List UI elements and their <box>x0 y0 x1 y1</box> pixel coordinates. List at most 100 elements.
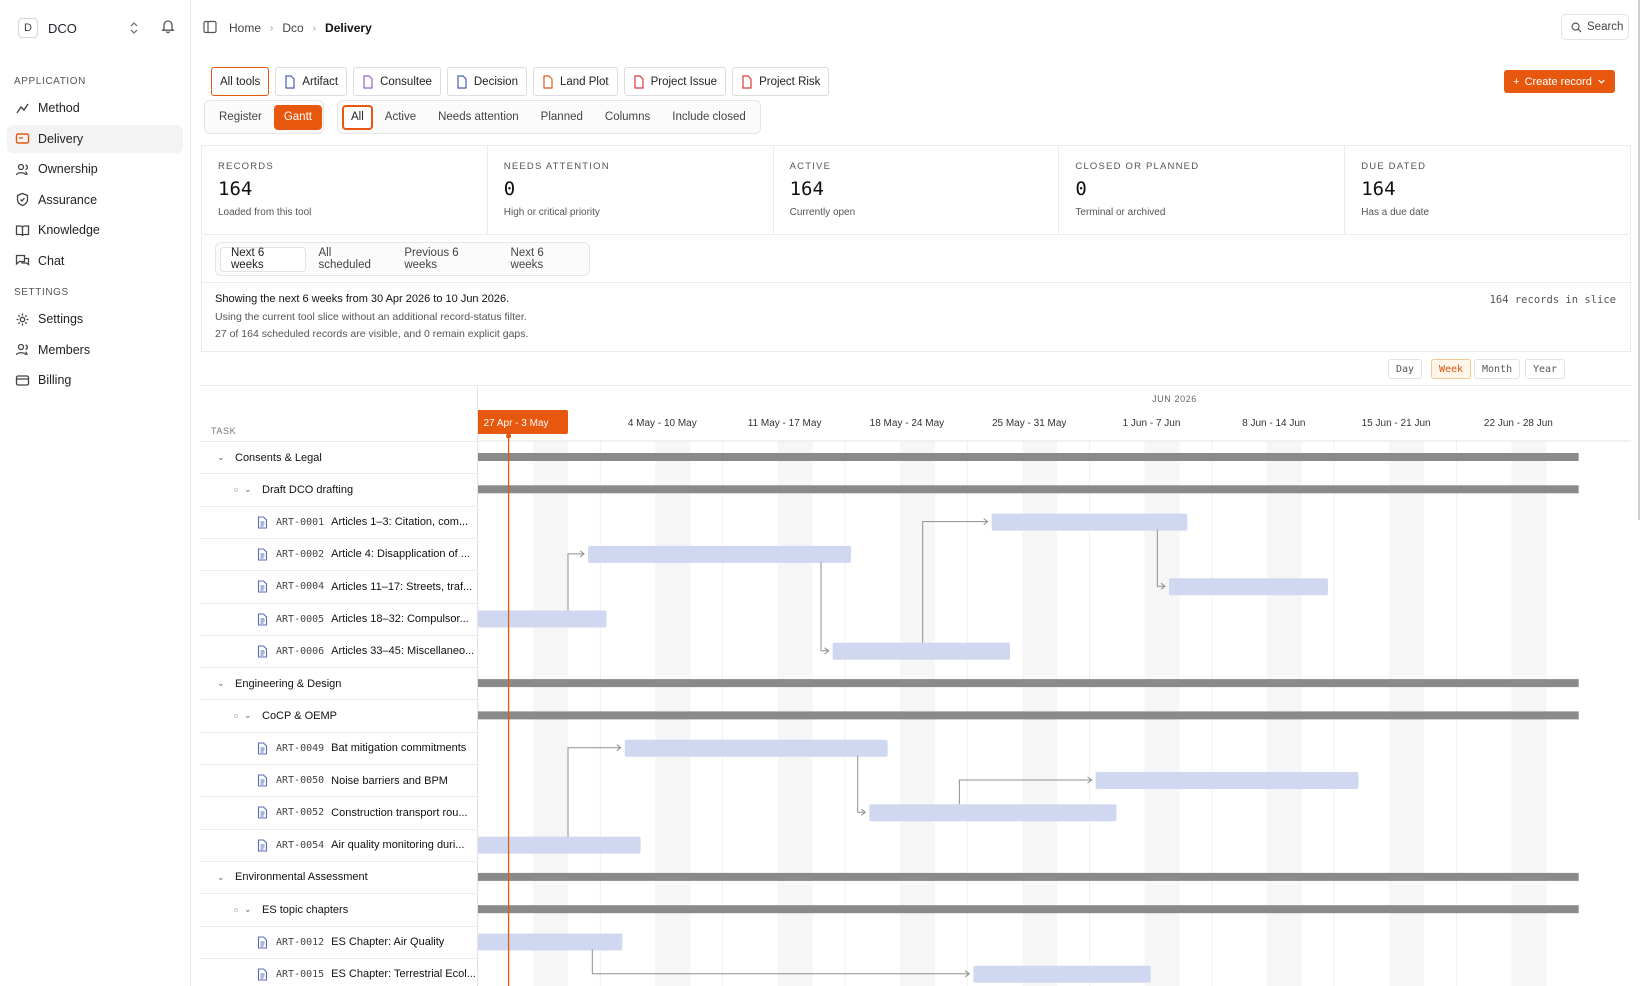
task-row[interactable]: ART-0012 ES Chapter: Air Quality <box>201 925 478 958</box>
chevron-down-icon[interactable]: ⌄ <box>244 710 254 721</box>
stat-card-records: RECORDS 164 Loaded from this tool <box>202 146 488 234</box>
document-icon <box>257 645 268 658</box>
task-bar[interactable] <box>973 965 1151 983</box>
task-bar[interactable] <box>624 739 888 757</box>
task-bar[interactable] <box>832 642 1011 660</box>
workspace-switcher[interactable]: D DCO <box>18 17 178 39</box>
task-row[interactable]: ART-0005 Articles 18–32: Compulsor... <box>201 602 478 635</box>
breadcrumb-dco[interactable]: Dco <box>282 21 303 35</box>
task-bar[interactable] <box>478 933 623 951</box>
range-next-6-weeks[interactable]: Next 6 weeks <box>501 247 585 272</box>
sidebar-item-assurance[interactable]: Assurance <box>7 186 183 214</box>
sidebar-item-members[interactable]: Members <box>7 336 183 364</box>
week-label: 15 Jun - 21 Jun <box>1362 418 1431 429</box>
chevron-down-icon[interactable]: ⌄ <box>244 904 254 915</box>
zoom-year[interactable]: Year <box>1525 359 1566 379</box>
task-row[interactable]: ART-0050 Noise barriers and BPM <box>201 764 478 796</box>
sidebar-toggle-icon[interactable] <box>203 20 217 34</box>
chevron-down-icon[interactable]: ⌄ <box>217 872 227 883</box>
chat-icon <box>15 254 30 266</box>
top-bar: Home › Dco › Delivery Search <box>191 0 1641 55</box>
stat-label: ACTIVE <box>789 161 832 172</box>
subgroup-row[interactable]: ⌄ ES topic chapters <box>201 893 478 925</box>
task-row[interactable]: ART-0001 Articles 1–3: Citation, com... <box>201 505 478 538</box>
zoom-week[interactable]: Week <box>1431 359 1472 379</box>
filter-needs-attention[interactable]: Needs attention <box>428 105 529 130</box>
filter-active[interactable]: Active <box>375 105 426 130</box>
shield-icon <box>16 192 29 207</box>
group-summary-bar[interactable] <box>478 453 1579 461</box>
breadcrumb-home[interactable]: Home <box>229 21 261 35</box>
task-row[interactable]: ART-0054 Air quality monitoring duri... <box>201 828 478 861</box>
create-record-button[interactable]: + Create record <box>1504 70 1615 93</box>
sidebar-item-billing[interactable]: Billing <box>7 366 183 394</box>
bell-icon[interactable] <box>160 18 176 34</box>
view-register[interactable]: Register <box>209 105 272 130</box>
tool-label: Land Plot <box>559 75 609 88</box>
task-row[interactable]: ART-0049 Bat mitigation commitments <box>201 731 478 764</box>
sidebar-item-chat[interactable]: Chat <box>7 247 183 275</box>
tool-project-issue[interactable]: Project Issue <box>623 67 727 96</box>
tool-artifact[interactable]: Artifact <box>275 67 348 96</box>
task-row[interactable]: ART-0052 Construction transport rou... <box>201 796 478 828</box>
range-all-scheduled[interactable]: All scheduled <box>308 247 392 272</box>
task-title: Article 4: Disapplication of ... <box>331 548 470 561</box>
subgroup-row[interactable]: ⌄ CoCP & OEMP <box>201 699 478 731</box>
subgroup-row[interactable]: ⌄ Draft DCO drafting <box>201 473 478 505</box>
week-label: 22 Jun - 28 Jun <box>1484 418 1553 429</box>
task-row[interactable]: ART-0004 Articles 11–17: Streets, traf... <box>201 570 478 602</box>
columns-button[interactable]: Columns <box>595 105 660 130</box>
sidebar-item-ownership[interactable]: Ownership <box>7 155 183 183</box>
sidebar-item-label: Chat <box>38 253 65 268</box>
sidebar-item-settings[interactable]: Settings <box>7 305 183 333</box>
summary-stats: RECORDS 164 Loaded from this tool NEEDS ATT… <box>201 145 1631 235</box>
task-bar[interactable] <box>1095 772 1359 789</box>
visibility-note: 27 of 164 scheduled records are visible,… <box>215 328 529 340</box>
search-button[interactable]: Search <box>1561 14 1629 40</box>
tool-land-plot[interactable]: Land Plot <box>532 67 618 96</box>
filter-all[interactable]: All <box>342 104 373 130</box>
sidebar-item-delivery[interactable]: Delivery <box>7 124 183 153</box>
range-previous-6-weeks[interactable]: Previous 6 weeks <box>394 247 498 272</box>
stat-subtitle: Has a due date <box>1361 207 1430 218</box>
group-summary-bar[interactable] <box>478 905 1579 914</box>
group-summary-bar[interactable] <box>478 711 1579 720</box>
task-bar[interactable] <box>588 545 852 563</box>
status-filter-group: All Active Needs attention Planned Colum… <box>337 100 761 134</box>
task-title: Articles 33–45: Miscellaneo... <box>331 645 475 658</box>
tool-all-tools[interactable]: All tools <box>211 67 270 96</box>
timeline: JUN 2026 27 Apr - 3 May 4 May - 10 May 11 M… <box>472 386 1631 986</box>
chevron-down-icon[interactable]: ⌄ <box>244 484 254 495</box>
task-bar[interactable] <box>991 513 1188 531</box>
group-summary-bar[interactable] <box>478 679 1579 688</box>
search-label: Search <box>1587 21 1624 33</box>
group-summary-bar[interactable] <box>478 485 1579 494</box>
tool-project-risk[interactable]: Project Risk <box>732 67 830 96</box>
tool-decision[interactable]: Decision <box>446 67 527 96</box>
view-gantt[interactable]: Gantt <box>273 104 322 130</box>
page-scrollbar[interactable] <box>1638 0 1640 520</box>
include-closed-toggle[interactable]: Include closed <box>662 105 756 130</box>
chevron-down-icon[interactable]: ⌄ <box>217 678 227 689</box>
chevron-down-icon[interactable]: ⌄ <box>217 452 227 463</box>
task-bar[interactable] <box>1168 578 1328 596</box>
group-summary-bar[interactable] <box>478 872 1579 881</box>
zoom-day[interactable]: Day <box>1388 359 1423 379</box>
group-row[interactable]: ⌄ Engineering & Design <box>201 667 478 699</box>
task-row[interactable]: ART-0015 ES Chapter: Terrestrial Ecol... <box>201 957 478 986</box>
task-bar[interactable] <box>869 804 1117 822</box>
breadcrumb: Home › Dco › Delivery <box>229 21 372 35</box>
task-row[interactable]: ART-0002 Article 4: Disapplication of ... <box>201 537 478 570</box>
task-bar[interactable] <box>478 836 641 854</box>
filter-planned[interactable]: Planned <box>531 105 593 130</box>
group-row[interactable]: ⌄ Environmental Assessment <box>201 860 478 893</box>
zoom-month[interactable]: Month <box>1474 359 1521 379</box>
sidebar-item-method[interactable]: Method <box>7 94 183 122</box>
task-bar[interactable] <box>478 610 607 628</box>
group-row[interactable]: ⌄ Consents & Legal <box>201 441 478 473</box>
task-row[interactable]: ART-0006 Articles 33–45: Miscellaneo... <box>201 634 478 667</box>
task-code: ART-0001 <box>276 516 325 528</box>
tool-consultee[interactable]: Consultee <box>353 67 441 96</box>
sidebar-item-knowledge[interactable]: Knowledge <box>7 216 183 244</box>
range-next-6-weeks-selected[interactable]: Next 6 weeks <box>220 246 307 272</box>
